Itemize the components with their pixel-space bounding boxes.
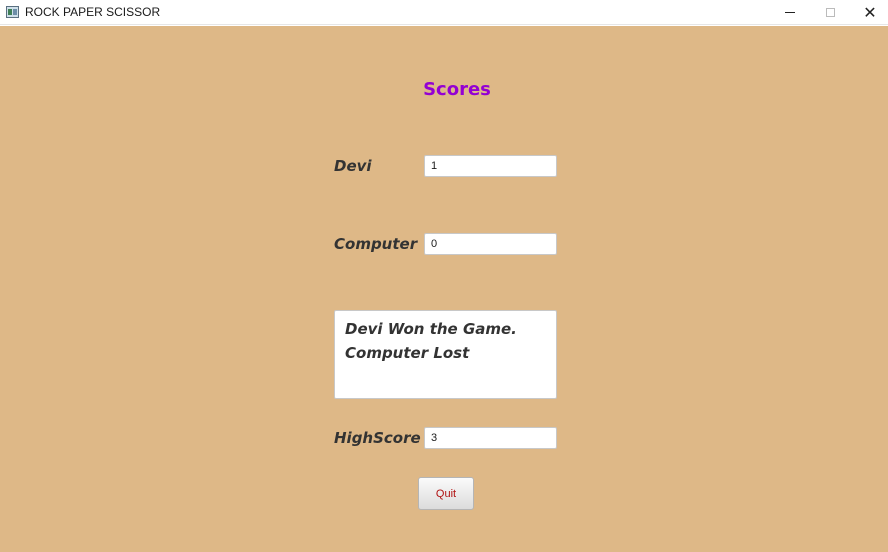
result-textarea[interactable]: Devi Won the Game. Computer Lost (334, 310, 557, 399)
scores-heading: Scores (423, 79, 491, 100)
close-button[interactable]: ✕ (850, 0, 888, 25)
computer-score-field[interactable] (424, 233, 557, 255)
title-bar: ROCK PAPER SCISSOR ✕ (0, 0, 888, 25)
minimize-button[interactable] (770, 0, 810, 25)
maximize-button[interactable] (810, 0, 850, 25)
close-icon: ✕ (863, 2, 877, 22)
minimize-icon (785, 12, 795, 13)
player-name-label: Devi (334, 157, 372, 175)
result-line-loser: Computer Lost (345, 344, 470, 362)
result-line-winner: Devi Won the Game. (345, 320, 517, 338)
quit-button[interactable]: Quit (418, 477, 474, 510)
computer-name-label: Computer (334, 235, 418, 253)
highscore-label: HighScore (334, 429, 421, 447)
scores-panel: Scores Devi Computer Devi Won the Game. … (0, 26, 888, 552)
highscore-field[interactable] (424, 427, 557, 449)
window-title: ROCK PAPER SCISSOR (25, 5, 161, 19)
maximize-icon (825, 8, 835, 17)
player-score-field[interactable] (424, 155, 557, 177)
app-window-icon (6, 6, 19, 18)
